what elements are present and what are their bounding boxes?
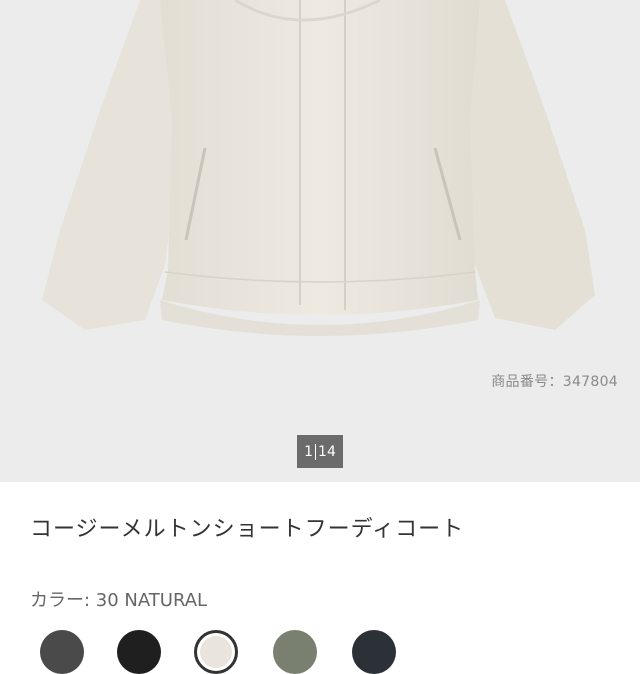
product-code: 商品番号：347804	[491, 374, 618, 390]
pager-current: 1	[304, 443, 314, 460]
pager-total: 14	[318, 443, 336, 460]
swatch-navy[interactable]	[352, 630, 396, 674]
product-image[interactable]: 商品番号：347804 1 14	[0, 0, 640, 482]
swatch-black[interactable]	[117, 630, 161, 674]
swatch-olive[interactable]	[273, 630, 317, 674]
pager-divider	[315, 443, 317, 460]
swatch-natural[interactable]	[194, 630, 238, 674]
swatch-dark-gray[interactable]	[40, 630, 84, 674]
color-swatches	[0, 620, 640, 674]
product-title: コージーメルトンショートフーディコート	[30, 517, 465, 542]
coat-illustration	[42, 0, 595, 336]
color-label: カラー: 30 NATURAL	[30, 590, 208, 611]
image-pager: 1 14	[297, 435, 343, 468]
